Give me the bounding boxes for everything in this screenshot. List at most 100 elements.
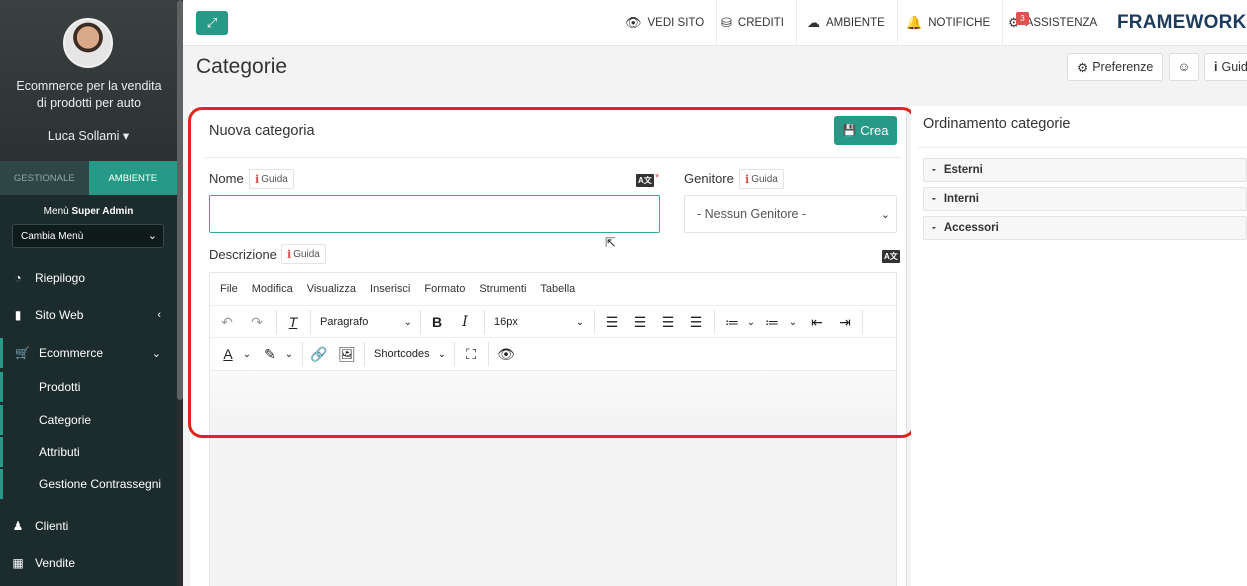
parent-label: Genitore	[684, 171, 734, 186]
clear-format-icon[interactable]: T	[282, 306, 304, 338]
view-site-link[interactable]: 👁 VEDI SITO	[613, 0, 718, 46]
parent-guide-tag[interactable]: i Guida	[739, 169, 784, 189]
sidebar-subitem-contrassegni[interactable]: Gestione Contrassegni	[0, 469, 177, 499]
sidebar-item-clienti[interactable]: ♟ Clienti	[0, 511, 177, 541]
eye-icon: 👁	[625, 15, 642, 30]
notifications-link[interactable]: 🔔 NOTIFICHE	[894, 0, 1004, 46]
ordering-title: Ordinamento categorie	[923, 116, 1071, 132]
chevron-down-icon[interactable]: ⌄	[240, 338, 254, 370]
sidebar-subitem-attributi[interactable]: Attributi	[0, 437, 177, 467]
align-justify-icon[interactable]: ☰	[684, 306, 708, 338]
change-menu-select[interactable]: Cambia Menù ⌄	[12, 224, 164, 248]
profile-name-dropdown[interactable]: Luca Sollami ▾	[0, 128, 177, 143]
chevron-down-icon[interactable]: ⌄	[282, 338, 296, 370]
editor-menubar: File Modifica Visualizza Inserisci Forma…	[220, 283, 589, 295]
toolbar-divider	[420, 310, 421, 334]
chevron-down-icon: ⌄	[880, 209, 890, 221]
expand-button[interactable]: ⤢	[196, 11, 228, 35]
editor-toolbar-row-2: A ⌄ ✎ ⌄ 🔗 🖼 Shortcodes ⌄ ⛶ 👁	[210, 337, 896, 369]
toolbar-divider	[276, 310, 277, 334]
editor-content-area[interactable]	[210, 370, 896, 435]
ordering-item-interni[interactable]: - Interni	[923, 187, 1247, 211]
numbered-list-icon[interactable]: ≔	[762, 306, 782, 338]
menu-label-prefix: Menù	[43, 206, 69, 217]
ordering-item-accessori[interactable]: - Accessori	[923, 216, 1247, 240]
chevron-left-icon: ‹	[157, 309, 161, 321]
undo-icon[interactable]: ↶	[216, 306, 238, 338]
outdent-icon[interactable]: ⇤	[806, 306, 828, 338]
change-menu-value: Cambia Menù	[21, 231, 84, 242]
divider	[918, 147, 1247, 148]
text-color-icon[interactable]: A	[218, 338, 238, 370]
align-left-icon[interactable]: ☰	[600, 306, 624, 338]
italic-icon[interactable]: I	[454, 306, 476, 338]
menu-file[interactable]: File	[220, 283, 238, 295]
chevron-down-icon: ⌄	[575, 316, 584, 328]
image-icon[interactable]: 🖼	[336, 338, 358, 370]
toolbar-divider	[594, 310, 595, 334]
font-size-value: 16px	[494, 316, 518, 328]
toolbar-divider	[488, 342, 489, 366]
translate-icon[interactable]: A文	[882, 250, 900, 263]
credits-link[interactable]: ⛁ CREDITI	[709, 0, 797, 46]
block-format-dropdown[interactable]: Paragrafo ⌄	[320, 306, 412, 338]
card-title: Nuova categoria	[209, 123, 315, 139]
info-icon: i	[255, 172, 260, 186]
ordering-item-esterni[interactable]: - Esterni	[923, 158, 1247, 182]
sidebar-item-riepilogo[interactable]: ◔ Riepilogo	[0, 263, 177, 293]
sidebar-item-sito-web[interactable]: ▮ Sito Web ‹	[0, 300, 177, 330]
tab-gestionale[interactable]: GESTIONALE	[0, 161, 89, 195]
chevron-down-icon[interactable]: ⌄	[744, 306, 758, 338]
block-format-value: Paragrafo	[320, 316, 369, 328]
info-icon: i	[287, 247, 292, 261]
name-guide-tag[interactable]: i Guida	[249, 169, 294, 189]
sidebar-item-vendite[interactable]: ▦ Vendite	[0, 548, 177, 578]
create-label: Crea	[860, 123, 889, 138]
divider	[205, 157, 901, 158]
support-link[interactable]: ⚙ ASSISTENZA	[996, 0, 1109, 46]
indent-icon[interactable]: ⇥	[834, 306, 856, 338]
menu-visualizza[interactable]: Visualizza	[307, 283, 356, 295]
menu-inserisci[interactable]: Inserisci	[370, 283, 410, 295]
preview-eye-icon[interactable]: 👁	[494, 338, 518, 370]
name-input[interactable]	[209, 195, 660, 233]
create-button[interactable]: 💾 Crea	[834, 116, 897, 145]
sidebar-item-label: Vendite	[35, 556, 76, 570]
align-right-icon[interactable]: ☰	[656, 306, 680, 338]
emoji-button[interactable]: ☺	[1169, 53, 1199, 81]
menu-modifica[interactable]: Modifica	[252, 283, 293, 295]
bell-icon: 🔔	[906, 15, 923, 30]
tab-ambiente[interactable]: AMBIENTE	[88, 161, 177, 195]
menu-strumenti[interactable]: Strumenti	[479, 283, 526, 295]
bullet-list-icon[interactable]: ≔	[722, 306, 742, 338]
avatar[interactable]	[63, 18, 113, 68]
align-center-icon[interactable]: ☰	[628, 306, 652, 338]
file-icon: ▮	[14, 308, 22, 322]
sidebar-tabs: GESTIONALE AMBIENTE	[0, 161, 177, 195]
shortcodes-dropdown[interactable]: Shortcodes ⌄	[374, 338, 446, 370]
translate-icon[interactable]: A文	[636, 174, 654, 187]
sidebar-item-ecommerce[interactable]: 🛒 Ecommerce ⌄	[0, 338, 177, 368]
chevron-down-icon[interactable]: ⌄	[786, 306, 800, 338]
bold-icon[interactable]: B	[426, 306, 448, 338]
sidebar-scroll-thumb[interactable]	[177, 0, 183, 400]
guide-button[interactable]: i Guid	[1204, 53, 1247, 81]
menu-formato[interactable]: Formato	[424, 283, 465, 295]
environment-link[interactable]: ☁ AMBIENTE	[795, 0, 898, 46]
sidebar-item-label: Riepilogo	[35, 271, 86, 285]
parent-select[interactable]: - Nessun Genitore - ⌄	[684, 195, 897, 233]
description-guide-tag[interactable]: i Guida	[281, 244, 326, 264]
parent-select-value: - Nessun Genitore -	[697, 207, 807, 221]
preferences-button[interactable]: ⚙ Preferenze	[1067, 53, 1164, 81]
chevron-down-icon: ⌄	[151, 347, 161, 360]
font-size-dropdown[interactable]: 16px ⌄	[494, 306, 584, 338]
fullscreen-icon[interactable]: ⛶	[460, 338, 482, 370]
sidebar-subitem-prodotti[interactable]: Prodotti	[0, 372, 177, 402]
menu-tabella[interactable]: Tabella	[540, 283, 575, 295]
link-icon[interactable]: 🔗	[308, 338, 330, 370]
sidebar-subitem-categorie[interactable]: Categorie	[0, 405, 177, 435]
highlight-color-icon[interactable]: ✎	[260, 338, 280, 370]
person-icon: ♟	[12, 519, 24, 533]
chevron-down-icon: ⌄	[437, 348, 446, 360]
redo-icon[interactable]: ↷	[246, 306, 268, 338]
